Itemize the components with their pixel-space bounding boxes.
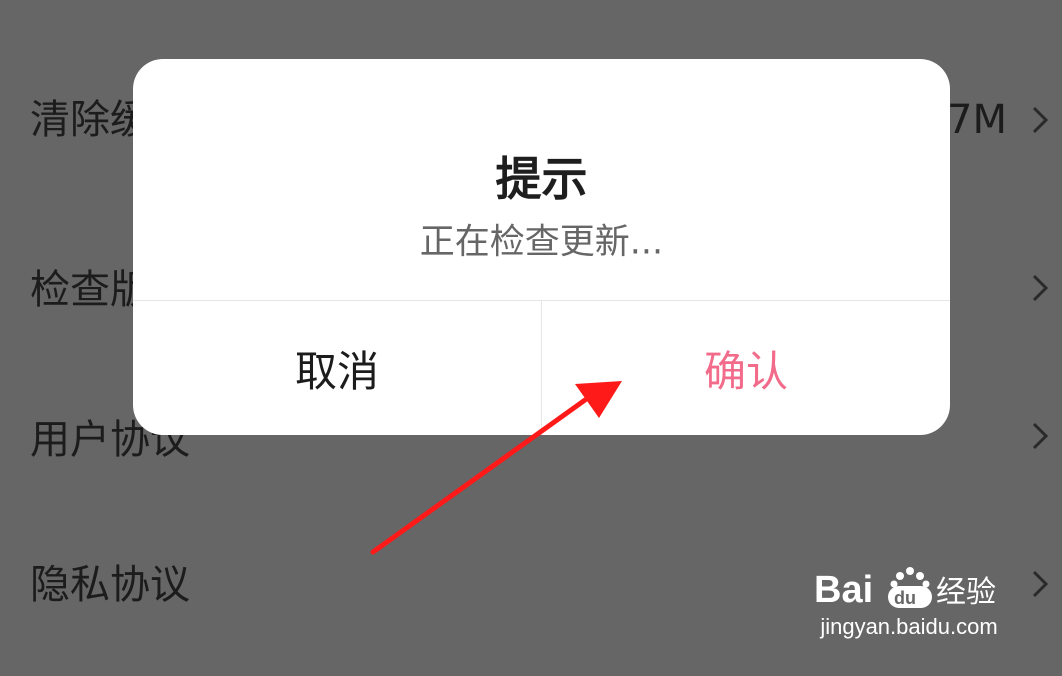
cache-size-value: 7M [947,97,1007,143]
svg-text:经验: 经验 [936,575,996,610]
dialog-title: 提示 [495,152,588,206]
settings-row-label: 隐私协议 [30,562,190,608]
baidu-jingyan-logo: Bai du 经验 [814,567,996,611]
dialog-button-bar: 取消 确认 [133,300,950,435]
chevron-right-icon [1032,274,1049,302]
watermark-url: jingyan.baidu.com [820,614,998,639]
update-dialog: 提示 正在检查更新... 取消 确认 [133,59,950,435]
chevron-right-icon [1032,422,1049,450]
svg-text:Bai: Bai [814,569,873,611]
chevron-right-icon [1032,570,1049,598]
dialog-message: 正在检查更新... [419,222,664,263]
confirm-button[interactable]: 确认 [542,301,950,435]
baidu-jingyan-watermark: Bai du 经验 jingyan.baidu.com [814,562,1004,652]
chevron-right-icon [1032,106,1049,134]
cancel-button[interactable]: 取消 [133,301,542,435]
svg-text:du: du [894,588,916,608]
